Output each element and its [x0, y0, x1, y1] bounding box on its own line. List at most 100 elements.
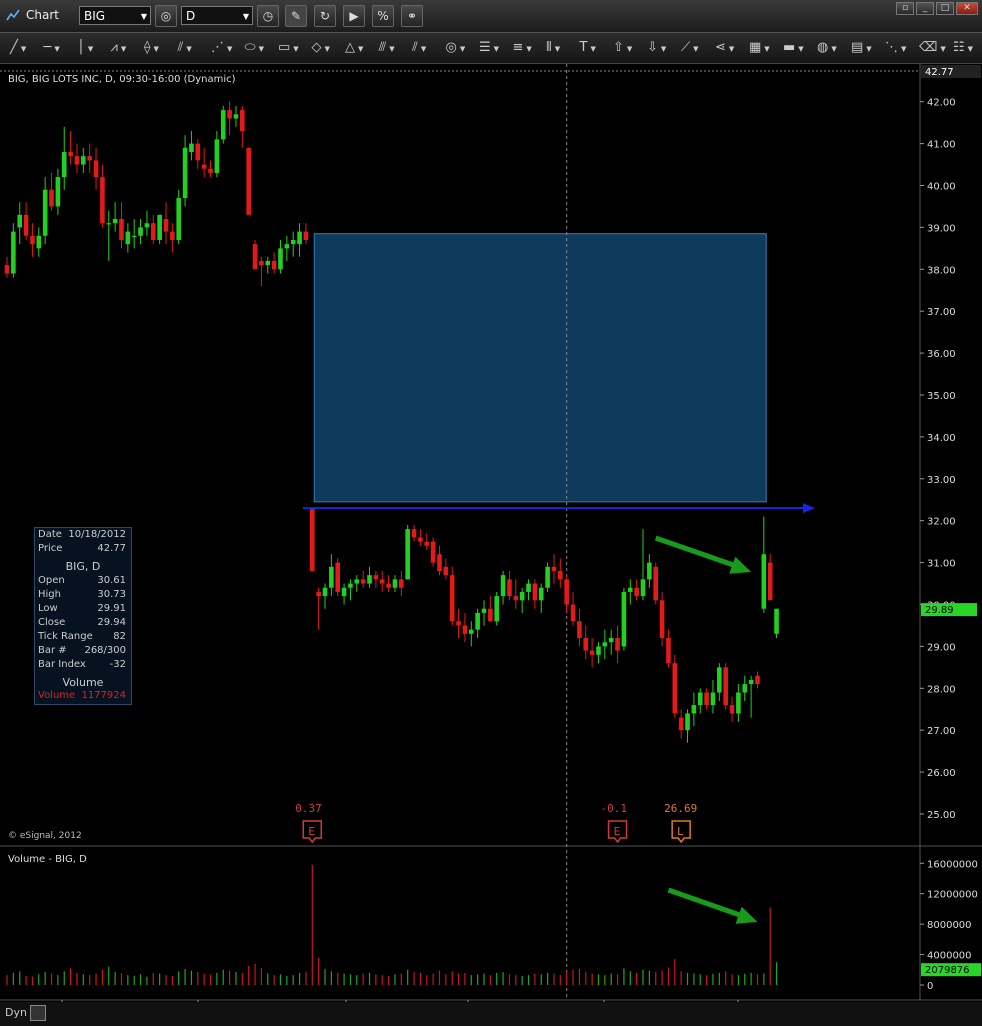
grid-tool-icon[interactable]: ▦ ▼ [749, 38, 770, 58]
candle-body [182, 147, 188, 199]
event-value-label: -0.1 [601, 802, 628, 815]
fib-retracement-tool-icon[interactable]: ☰ ▼ [479, 38, 499, 58]
candle-body [386, 583, 391, 588]
chevron-down-icon[interactable]: ▼ [141, 7, 147, 26]
chart-area[interactable]: BIG, BIG LOTS INC, D, 09:30-16:00 (Dynam… [0, 64, 982, 1002]
trend-tool-icon[interactable]: ⋱ ▼ [885, 38, 906, 58]
maximize-icon[interactable]: □ [936, 2, 954, 15]
percent-icon[interactable]: % [372, 5, 394, 27]
candle-body [494, 596, 500, 622]
fib-fan-tool-icon[interactable]: ⋰ ▼ [211, 38, 232, 58]
candle-body [653, 566, 659, 601]
eraser-shape-tool-icon[interactable]: ◇ ▼ [312, 38, 330, 58]
grid-toggle-icon[interactable] [30, 1005, 46, 1021]
pitchfork-tool-icon[interactable]: ⫻ ▼ [379, 38, 395, 58]
interval-input[interactable]: D ▼ [181, 6, 253, 25]
candle-body [119, 219, 124, 240]
refresh-icon[interactable]: ↻ [314, 5, 336, 27]
data-section-symbol: BIG, D [65, 560, 101, 573]
candle-body [373, 575, 379, 580]
candle-body [367, 575, 372, 584]
text-tool-icon[interactable]: T ▼ [580, 38, 596, 58]
candle-body [538, 587, 544, 601]
candle-body [303, 231, 309, 240]
time-cycles-tool-icon[interactable]: ⦀ ▼ [546, 38, 560, 58]
candle-body [4, 265, 10, 274]
candle-body [488, 608, 493, 622]
parallel-channel-tool-icon[interactable]: ⫽ ▼ [412, 38, 426, 58]
link-icon[interactable]: ⚭ [401, 5, 423, 27]
candle-body [316, 591, 321, 597]
erase-tool-icon[interactable]: ⌫ ▼ [919, 38, 946, 58]
candle-body [551, 566, 557, 571]
list-tool-icon[interactable]: ☷ ▼ [953, 38, 973, 58]
candle-body [55, 177, 61, 207]
down-arrow-tool-icon[interactable]: ⇩ ▼ [647, 38, 666, 58]
pencil-icon[interactable]: ✎ [285, 5, 307, 27]
minimize-icon[interactable]: _ [916, 2, 934, 15]
volume-tick-label: 0 [927, 981, 933, 992]
play-icon[interactable]: ▶ [343, 5, 365, 27]
candle-body [513, 596, 519, 601]
cycle-tool-icon[interactable]: ◎ ▼ [446, 38, 466, 58]
candle-body [106, 223, 112, 225]
price-tick-label: 41.00 [927, 140, 956, 151]
chevron-down-icon[interactable]: ▼ [243, 7, 249, 26]
target-icon[interactable]: ◎ [155, 5, 177, 27]
vol-tool-icon[interactable]: ▬ ▼ [783, 38, 804, 58]
candle-body [462, 625, 468, 634]
horizontal-line-tool-icon[interactable]: ─ ▼ [44, 38, 60, 58]
symbol-input[interactable]: BIG ▼ [79, 6, 151, 25]
candle-body [227, 110, 232, 119]
angle-tool-icon[interactable]: ⋖ ▼ [715, 38, 734, 58]
highlight-rectangle [313, 233, 767, 503]
price-tick-label: 42.00 [927, 98, 956, 109]
candle-body [138, 227, 143, 236]
price-tick-label: 31.00 [927, 559, 956, 570]
candle-body [564, 579, 569, 605]
tj-tool-icon[interactable]: ◍ ▼ [817, 38, 837, 58]
candle-body [49, 189, 54, 207]
fan-tool-icon[interactable]: ⟠ ▼ [144, 38, 159, 58]
data-row-price: Price 42.77 [38, 543, 126, 554]
ellipse-tool-icon[interactable]: ⬭ ▼ [245, 38, 265, 58]
chart-background [0, 64, 982, 1002]
candle-body [170, 231, 175, 240]
candle-body [411, 529, 417, 538]
candle-body [685, 713, 690, 731]
vertical-line-tool-icon[interactable]: │ ▼ [77, 38, 93, 58]
triangle-tool-icon[interactable]: △ ▼ [345, 38, 363, 58]
candle-body [545, 566, 550, 588]
event-marker-letter: E [308, 825, 315, 838]
candle-body [87, 156, 92, 161]
candle-body [627, 587, 633, 592]
elliott-tool-icon[interactable]: ⟋ ▼ [681, 38, 699, 58]
rectangle-tool-icon[interactable]: ▭ ▼ [278, 38, 299, 58]
candle-body [61, 151, 67, 178]
candle-body [526, 583, 531, 592]
candle-body [233, 114, 239, 119]
gann-tool-icon[interactable]: ⫽ ▼ [178, 38, 192, 58]
data-section-volume: Volume [62, 676, 104, 689]
fib-extension-tool-icon[interactable]: ≡ ▼ [513, 38, 532, 58]
chart-app-icon [6, 9, 20, 21]
clock-icon[interactable]: ◷ [257, 5, 279, 27]
close-icon[interactable]: ✕ [956, 2, 978, 15]
candle-body [602, 642, 608, 647]
candle-body [201, 164, 207, 169]
candle-body [424, 541, 430, 546]
restore-icon[interactable]: ▫ [896, 2, 914, 15]
data-row-bar-index: Bar Index -32 [38, 659, 126, 670]
candle-body [647, 562, 652, 580]
candle-body [615, 638, 620, 651]
price-tick-label: 39.00 [927, 223, 956, 234]
up-arrow-tool-icon[interactable]: ⇧ ▼ [613, 38, 632, 58]
event-value-label: 0.37 [295, 802, 322, 815]
line-tool-icon[interactable]: ╱ ▼ [10, 38, 26, 58]
candle-body [144, 223, 150, 228]
interval-value: D [186, 9, 196, 23]
candle-body [392, 579, 398, 588]
candle-body [704, 692, 709, 706]
zigzag-tool-icon[interactable]: ⩘ ▼ [111, 38, 127, 58]
pti-tool-icon[interactable]: ▤ ▼ [851, 38, 872, 58]
